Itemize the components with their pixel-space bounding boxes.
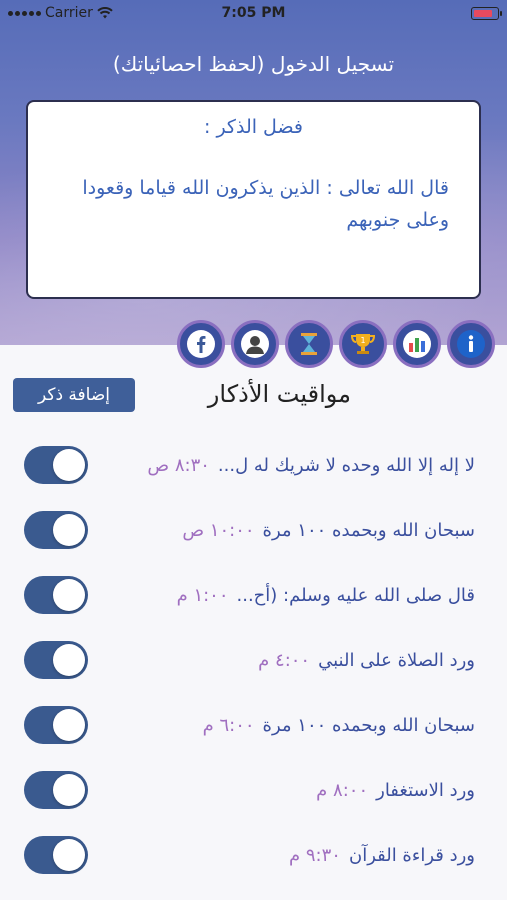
info-icon[interactable]: [447, 320, 495, 368]
reminder-text: ورد الاستغفار: [376, 780, 475, 801]
list-item[interactable]: سبحان الله وبحمده ١٠٠ مرة ١٠:٠٠ ص: [0, 498, 507, 563]
reminder-list: لا إله إلا الله وحده لا شريك له ل... ٨:٣٠…: [0, 433, 507, 888]
trophy-icon[interactable]: 1: [339, 320, 387, 368]
reminder-time: ١٠:٠٠ ص: [182, 520, 255, 541]
reminder-toggle[interactable]: [24, 511, 88, 549]
section-title: مواقيت الأذكار: [207, 380, 351, 408]
status-bar: Carrier 7:05 PM: [0, 0, 507, 26]
reminder-toggle[interactable]: [24, 576, 88, 614]
list-item[interactable]: ورد الصلاة على النبي ٤:٠٠ م: [0, 628, 507, 693]
toggle-knob: [53, 449, 85, 481]
list-item[interactable]: سبحان الله وبحمده ١٠٠ مرة ٦:٠٠ م: [0, 693, 507, 758]
login-link[interactable]: تسجيل الدخول (لحفظ احصائياتك): [0, 52, 507, 76]
toggle-knob: [53, 839, 85, 871]
reminder-text: ورد قراءة القرآن: [348, 845, 475, 866]
toggle-knob: [53, 709, 85, 741]
add-dhikr-button[interactable]: إضافة ذكر: [13, 378, 135, 412]
reminder-label[interactable]: قال صلى الله عليه وسلم: (أح... ١:٠٠ م: [177, 585, 475, 606]
toggle-knob: [53, 644, 85, 676]
statistics-icon[interactable]: [393, 320, 441, 368]
reminder-toggle[interactable]: [24, 446, 88, 484]
reminder-text: ورد الصلاة على النبي: [318, 650, 475, 671]
reminder-time: ٤:٠٠ م: [258, 650, 311, 671]
reminder-time: ١:٠٠ م: [176, 585, 229, 606]
list-item[interactable]: لا إله إلا الله وحده لا شريك له ل... ٨:٣٠…: [0, 433, 507, 498]
toggle-knob: [53, 579, 85, 611]
profile-icon[interactable]: [231, 320, 279, 368]
virtue-title: فضل الذكر :: [204, 116, 303, 138]
svg-text:1: 1: [360, 336, 365, 345]
icon-toolbar: 1: [177, 320, 495, 370]
toggle-knob: [53, 774, 85, 806]
virtue-card: فضل الذكر : قال الله تعالى : الذين يذكرو…: [26, 100, 481, 299]
reminder-label[interactable]: سبحان الله وبحمده ١٠٠ مرة ١٠:٠٠ ص: [182, 520, 475, 541]
reminder-time: ٦:٠٠ م: [202, 715, 255, 736]
reminder-label[interactable]: ورد قراءة القرآن ٩:٣٠ م: [289, 845, 475, 866]
reminder-time: ٨:٣٠ ص: [147, 455, 210, 476]
hourglass-icon[interactable]: [285, 320, 333, 368]
reminder-toggle[interactable]: [24, 771, 88, 809]
toggle-knob: [53, 514, 85, 546]
battery-icon: [471, 7, 502, 20]
clock: 7:05 PM: [221, 5, 286, 21]
list-item[interactable]: ورد قراءة القرآن ٩:٣٠ م: [0, 823, 507, 888]
reminder-toggle[interactable]: [24, 706, 88, 744]
reminder-toggle[interactable]: [24, 836, 88, 874]
reminder-text: سبحان الله وبحمده ١٠٠ مرة: [262, 520, 475, 541]
reminder-label[interactable]: لا إله إلا الله وحده لا شريك له ل... ٨:٣٠…: [147, 455, 475, 476]
facebook-icon[interactable]: [177, 320, 225, 368]
reminder-toggle[interactable]: [24, 641, 88, 679]
reminder-text: قال صلى الله عليه وسلم: (أح...: [236, 585, 475, 606]
list-item[interactable]: ورد الاستغفار ٨:٠٠ م: [0, 758, 507, 823]
reminder-label[interactable]: ورد الاستغفار ٨:٠٠ م: [316, 780, 475, 801]
reminder-text: لا إله إلا الله وحده لا شريك له ل...: [217, 455, 475, 476]
reminder-label[interactable]: سبحان الله وبحمده ١٠٠ مرة ٦:٠٠ م: [203, 715, 475, 736]
reminder-time: ٩:٣٠ م: [289, 845, 341, 866]
virtue-text: قال الله تعالى : الذين يذكرون الله قياما…: [82, 177, 449, 231]
reminder-text: سبحان الله وبحمده ١٠٠ مرة: [262, 715, 475, 736]
reminder-label[interactable]: ورد الصلاة على النبي ٤:٠٠ م: [258, 650, 475, 671]
list-item[interactable]: قال صلى الله عليه وسلم: (أح... ١:٠٠ م: [0, 563, 507, 628]
reminder-time: ٨:٠٠ م: [316, 780, 369, 801]
